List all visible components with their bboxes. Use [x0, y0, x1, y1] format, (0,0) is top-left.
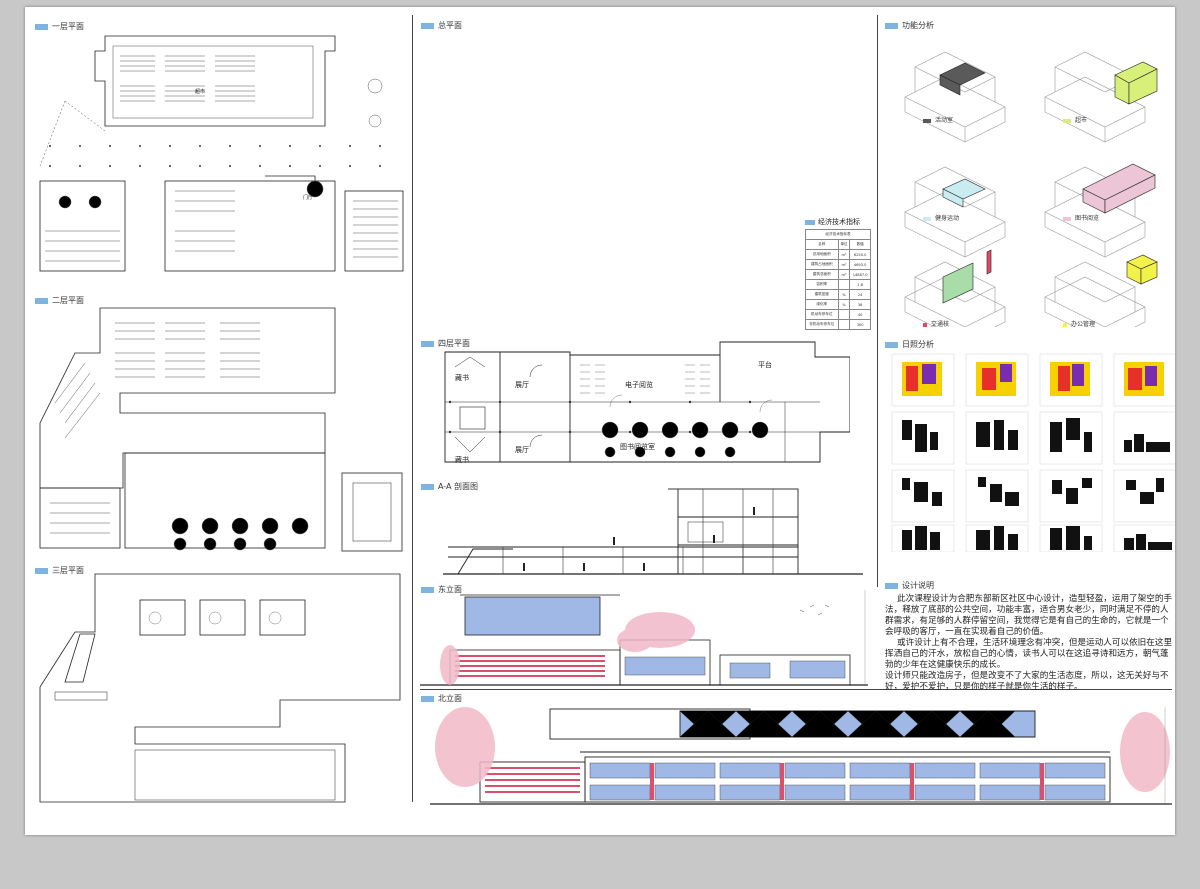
- column-divider: [412, 15, 413, 802]
- econ-row: 绿化率% 36: [805, 299, 871, 310]
- drawing-board: 一层平面 超市 门厅 二层平面 三层平面 总平面 经济技术指标 经济技术指标表 …: [25, 7, 1175, 835]
- floor2-plan: [35, 303, 405, 553]
- econ-row: 建筑密度% 24: [805, 289, 871, 300]
- room-label: 门厅: [303, 194, 313, 201]
- site-plan-label: 总平面: [421, 20, 462, 31]
- legend-core: 交通核: [923, 319, 949, 328]
- design-note-text: 此次课程设计为合肥东部新区社区中心设计，造型轻盈，运用了架空的手法，释放了底部的…: [885, 594, 1175, 693]
- room-label-e-reading: 电子阅览: [625, 380, 653, 389]
- column-divider: [877, 15, 878, 587]
- legend-activity-room: 活动室: [923, 115, 953, 124]
- econ-row: 机动车停车位 40: [805, 309, 871, 320]
- legend-fitness: 健身运动: [923, 213, 959, 222]
- room-label-collection-a: 藏书: [455, 373, 469, 382]
- design-note-paragraph: 或许设计上有不合理，生活环境理念有冲突，但是运动人可以依旧在这里挥洒自己的汗水，…: [885, 638, 1173, 670]
- econ-subtitle: 经济技术指标表: [805, 229, 871, 240]
- design-note-paragraph: 设计师只能改造房子，但是改变不了大家的生活态度，所以，这无关好与不好，爱护不爱护…: [885, 671, 1169, 692]
- econ-row: 建筑总面积 m² 14887.0: [805, 269, 871, 280]
- room-label-reading-room: 图书阅览室: [620, 442, 655, 451]
- econ-title: 经济技术指标: [818, 218, 860, 226]
- room-label-terrace: 平台: [758, 360, 772, 369]
- design-note-paragraph: 此次课程设计为合肥东部新区社区中心设计，造型轻盈，运用了架空的手法，释放了底部的…: [885, 594, 1173, 637]
- economic-indicators-table: 经济技术指标 经济技术指标表 名称 单位 数值 总用地面积 m² 8250.0 建筑…: [805, 217, 871, 330]
- econ-header: 数值: [849, 239, 871, 250]
- room-label-hall-a: 展厅: [515, 381, 529, 389]
- section-aa-drawing: [443, 477, 863, 582]
- sunlight-analysis-label: 日照分析: [885, 339, 934, 350]
- sunlight-grid: [890, 352, 1175, 552]
- econ-row: 非机动车停车位 300: [805, 319, 871, 330]
- econ-row: 总用地面积 m² 8250.0: [805, 249, 871, 260]
- function-diagrams: [895, 27, 1175, 327]
- north-elevation-drawing: [430, 697, 1172, 812]
- design-note-label: 设计说明: [885, 580, 934, 591]
- econ-row: 建筑占地面积 m² 4693.0: [805, 259, 871, 270]
- room-label-hall-b: 展厅: [515, 446, 529, 454]
- east-elevation-drawing: [420, 585, 868, 690]
- floor4-plan: 藏书 藏书 展厅 展厅 电子阅览 图书阅览室 平台: [430, 337, 850, 472]
- room-label-collection-b: 藏书: [455, 455, 469, 464]
- floor3-plan: [35, 572, 405, 807]
- legend-library: 图书阅览: [1063, 213, 1099, 222]
- floor1-plan: 超市 门厅: [35, 31, 405, 276]
- room-label: 超市: [195, 88, 205, 95]
- econ-row: 容积率 1.8: [805, 279, 871, 290]
- econ-header: 名称: [805, 239, 839, 250]
- econ-header: 单位: [837, 239, 851, 250]
- legend-supermarket: 超市: [1063, 115, 1087, 124]
- legend-office: 办公管理: [1063, 319, 1095, 328]
